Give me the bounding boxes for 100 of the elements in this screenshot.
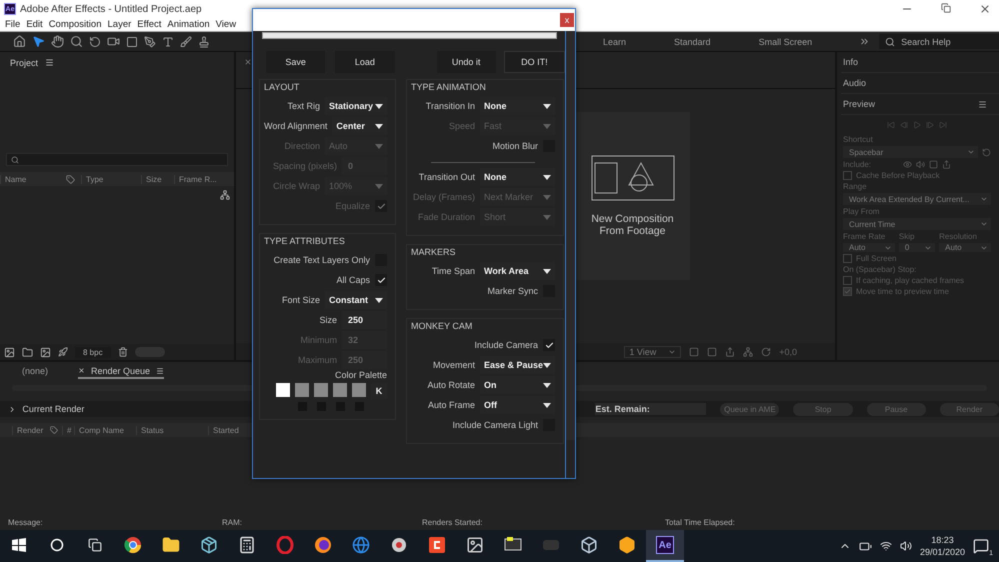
- column-header[interactable]: Type: [81, 174, 141, 184]
- region-icon[interactable]: [707, 346, 718, 356]
- composition-icon[interactable]: [40, 346, 51, 358]
- folder-icon[interactable]: [22, 346, 33, 358]
- caret-icon: [543, 268, 551, 274]
- field-label: Auto Rotate: [427, 380, 475, 390]
- play-from-dropdown[interactable]: Current Time: [843, 218, 991, 230]
- interpret-icon[interactable]: [4, 346, 15, 358]
- bit-depth-button[interactable]: 8 bpc: [75, 346, 111, 358]
- column-header[interactable]: Render: [12, 426, 46, 434]
- close-icon[interactable]: [78, 367, 86, 374]
- new-composition-card[interactable]: New Composition From Footage: [575, 112, 690, 280]
- dropdown[interactable]: 0: [898, 243, 936, 252]
- action-button[interactable]: Undo it: [436, 51, 496, 73]
- color-swatch[interactable]: [333, 383, 347, 397]
- field-label: Fade Duration: [418, 212, 475, 222]
- rocket-icon[interactable]: [58, 347, 68, 357]
- workspace-tab[interactable]: Standard: [674, 36, 711, 46]
- dropdown[interactable]: Auto: [939, 243, 992, 252]
- panel-tab[interactable]: (none): [22, 366, 48, 378]
- caret-icon: [375, 144, 383, 148]
- menu-item[interactable]: Animation: [167, 19, 210, 30]
- menu-item[interactable]: View: [216, 19, 236, 30]
- reset-exposure-icon[interactable]: [761, 346, 772, 356]
- reset-icon[interactable]: [982, 148, 991, 156]
- range-dropdown[interactable]: Work Area Extended By Current...: [843, 193, 991, 205]
- workspace-tab[interactable]: Small Screen: [758, 36, 812, 46]
- search-field[interactable]: [6, 153, 228, 166]
- panel-tab[interactable]: Render Queue: [78, 366, 164, 378]
- search-field[interactable]: Search Help: [879, 34, 999, 49]
- menu-item[interactable]: File: [5, 19, 20, 30]
- checkbox-label: All Caps: [336, 275, 370, 285]
- restore-icon[interactable]: [941, 3, 951, 13]
- export-icon[interactable]: [725, 346, 736, 356]
- field-label: Direction: [284, 141, 320, 151]
- workspace-tab[interactable]: Learn: [603, 36, 626, 46]
- active-app-icon[interactable]: Ae: [646, 530, 684, 562]
- audio-icon[interactable]: [916, 160, 926, 169]
- color-swatch[interactable]: [276, 383, 290, 397]
- field-label: Skip: [898, 232, 916, 241]
- tag-icon[interactable]: [50, 426, 58, 434]
- column-header[interactable]: Size: [141, 174, 174, 184]
- column-header[interactable]: Started: [208, 426, 242, 434]
- color-swatch[interactable]: [352, 383, 366, 397]
- panel-title[interactable]: Project: [10, 58, 38, 68]
- checkbox[interactable]: [543, 339, 555, 351]
- panel-title[interactable]: Preview: [843, 99, 876, 109]
- checkbox[interactable]: [843, 171, 852, 180]
- menu-icon[interactable]: [156, 366, 164, 374]
- caret-icon: [375, 184, 383, 188]
- caret-icon: [375, 104, 383, 108]
- section-label[interactable]: Current Render: [22, 404, 84, 414]
- field-label: Frame Rate: [843, 232, 886, 241]
- menu-icon[interactable]: [978, 100, 987, 108]
- checkbox[interactable]: [375, 274, 387, 286]
- column-header[interactable]: Frame R...: [174, 174, 222, 184]
- menu-icon[interactable]: [45, 58, 54, 67]
- dropdown[interactable]: Auto: [843, 243, 895, 252]
- checkbox-label: Create Text Layers Only: [274, 255, 370, 265]
- menu-item[interactable]: Edit: [26, 19, 43, 30]
- clock[interactable]: 18:23 29/01/2020: [920, 534, 965, 558]
- tag-icon[interactable]: [66, 174, 75, 184]
- flowchart-icon[interactable]: [220, 190, 230, 200]
- close-icon[interactable]: [979, 3, 991, 15]
- overlay-icon[interactable]: [929, 160, 938, 169]
- color-swatch[interactable]: [314, 383, 328, 397]
- action-button[interactable]: Save: [266, 51, 326, 73]
- checkbox[interactable]: [843, 287, 852, 296]
- remaining-label: Est. Remain:: [595, 403, 706, 415]
- column-header[interactable]: #: [62, 426, 74, 434]
- search-icon: [11, 156, 19, 164]
- column-header[interactable]: Comp Name: [74, 426, 136, 434]
- checkbox-label: Full Screen: [856, 254, 896, 263]
- menu-item[interactable]: Composition: [48, 19, 102, 30]
- caret-icon: [543, 194, 551, 200]
- view-dropdown[interactable]: 1 View: [624, 346, 682, 358]
- grid-icon[interactable]: [689, 346, 700, 356]
- export-icon[interactable]: [942, 160, 952, 169]
- checkbox[interactable]: [843, 254, 852, 263]
- battery-icon[interactable]: [858, 540, 872, 552]
- scrollbar[interactable]: [566, 31, 575, 440]
- volume-icon[interactable]: [900, 540, 912, 552]
- action-button[interactable]: Load: [335, 51, 394, 73]
- column-header[interactable]: Status: [136, 426, 208, 434]
- column-header[interactable]: Name: [0, 174, 66, 184]
- expand-icon[interactable]: [8, 404, 16, 414]
- panel-title[interactable]: Info: [843, 57, 858, 67]
- color-swatch[interactable]: [295, 383, 309, 397]
- field-label: Color Palette: [334, 370, 387, 380]
- menu-item[interactable]: Layer: [108, 19, 132, 30]
- checkbox[interactable]: [843, 276, 852, 285]
- panel-title[interactable]: Audio: [843, 78, 866, 88]
- trash-icon[interactable]: [118, 347, 128, 357]
- close-icon[interactable]: [244, 58, 252, 66]
- action-button[interactable]: DO IT!: [504, 51, 565, 73]
- caret-icon: [543, 402, 551, 408]
- checkbox-label: Marker Sync: [487, 286, 538, 296]
- menu-item[interactable]: Effect: [137, 19, 162, 30]
- close-button[interactable]: x: [560, 13, 574, 27]
- shortcut-dropdown[interactable]: Spacebar: [843, 146, 978, 158]
